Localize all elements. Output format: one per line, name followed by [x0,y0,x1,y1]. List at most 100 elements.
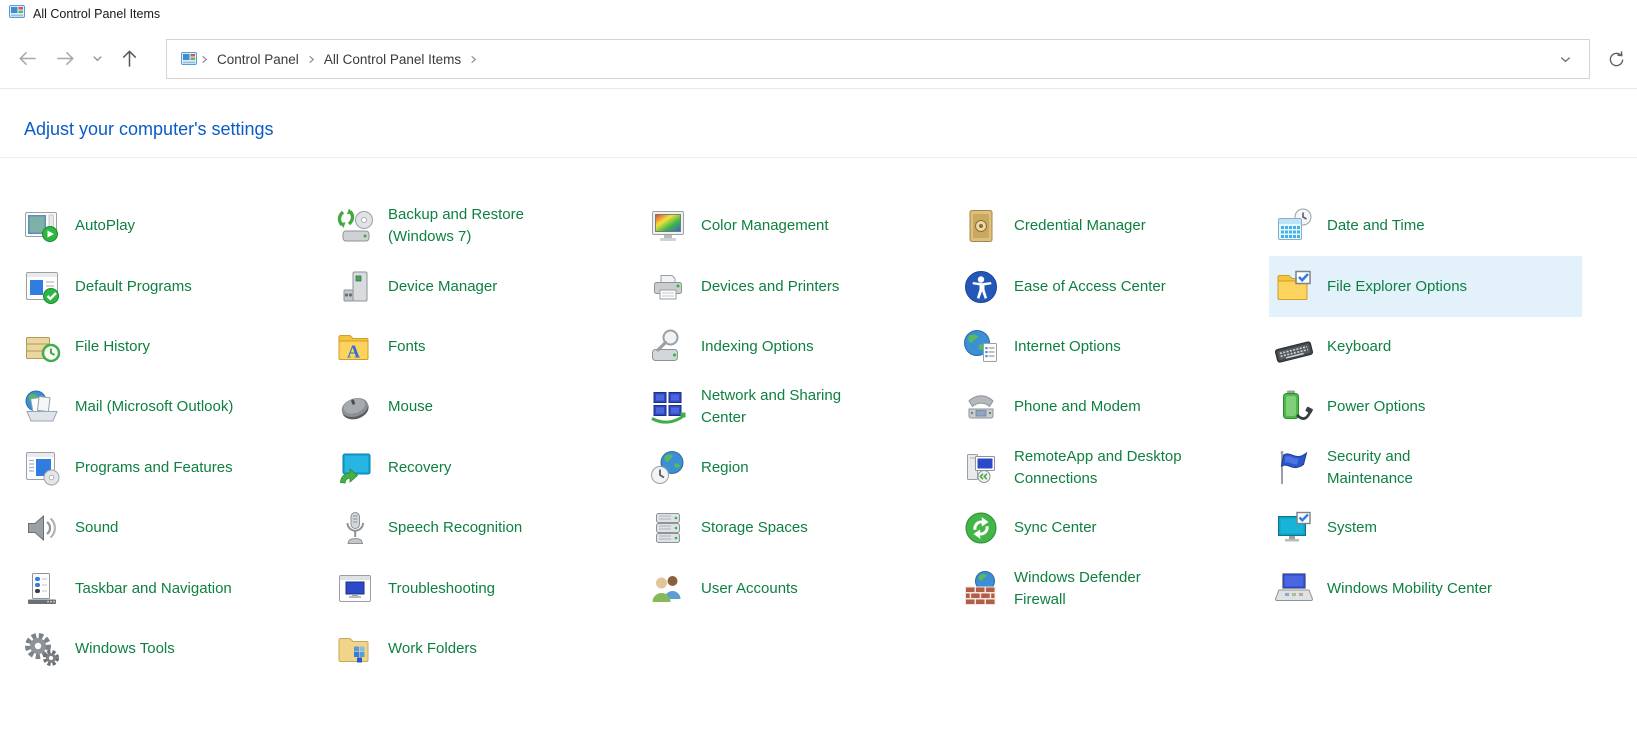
keyboard-icon [1275,328,1313,366]
control-panel-item-label[interactable]: Internet Options [1014,336,1121,358]
control-panel-item-system[interactable]: System [1269,498,1582,558]
breadcrumb-all-control-panel-items[interactable]: All Control Panel Items [319,52,466,67]
control-panel-item-windows-defender-firewall[interactable]: Windows Defender Firewall [956,558,1269,618]
control-panel-item-label[interactable]: Windows Mobility Center [1327,578,1492,600]
remoteapp-icon [962,449,1000,487]
internet-options-icon [962,328,1000,366]
control-panel-item-credential-manager[interactable]: Credential Manager [956,196,1269,256]
back-button[interactable] [8,39,46,77]
control-panel-item-label[interactable]: Keyboard [1327,336,1391,358]
control-panel-item-label[interactable]: Windows Tools [75,638,175,660]
control-panel-item-ease-of-access-center[interactable]: Ease of Access Center [956,256,1269,316]
chevron-right-icon [197,54,212,65]
control-panel-item-label[interactable]: Default Programs [75,276,192,298]
page-header: Adjust your computer's settings [0,89,1637,158]
control-panel-item-label[interactable]: RemoteApp and Desktop Connections [1014,446,1186,490]
control-panel-item-file-explorer-options[interactable]: File Explorer Options [1269,256,1582,316]
control-panel-item-label[interactable]: Work Folders [388,638,477,660]
control-panel-item-label[interactable]: Phone and Modem [1014,396,1141,418]
control-panel-item-power-options[interactable]: Power Options [1269,377,1582,437]
control-panel-item-default-programs[interactable]: Default Programs [17,256,330,316]
control-panel-item-label[interactable]: Fonts [388,336,426,358]
breadcrumb-control-panel[interactable]: Control Panel [212,52,304,67]
power-options-icon [1275,388,1313,426]
control-panel-item-label[interactable]: Device Manager [388,276,497,298]
control-panel-item-network-and-sharing-center[interactable]: Network and Sharing Center [643,377,956,437]
address-bar[interactable]: Control Panel All Control Panel Items [166,39,1590,79]
control-panel-item-label[interactable]: Color Management [701,215,829,237]
control-panel-item-keyboard[interactable]: Keyboard [1269,317,1582,377]
control-panel-item-label[interactable]: Storage Spaces [701,517,808,539]
control-panel-item-label[interactable]: File Explorer Options [1327,276,1467,298]
control-panel-item-label[interactable]: System [1327,517,1377,539]
control-panel-item-taskbar-and-navigation[interactable]: Taskbar and Navigation [17,558,330,618]
recent-locations-button[interactable] [84,39,110,77]
user-accounts-icon [649,570,687,608]
control-panel-item-label[interactable]: Power Options [1327,396,1425,418]
device-manager-icon [336,268,374,306]
control-panel-item-troubleshooting[interactable]: Troubleshooting [330,558,643,618]
control-panel-item-devices-and-printers[interactable]: Devices and Printers [643,256,956,316]
nav-buttons [8,28,148,88]
control-panel-item-color-management[interactable]: Color Management [643,196,956,256]
control-panel-item-label[interactable]: Devices and Printers [701,276,839,298]
control-panel-item-label[interactable]: Mouse [388,396,433,418]
control-panel-item-autoplay[interactable]: AutoPlay [17,196,330,256]
devices-and-printers-icon [649,268,687,306]
control-panel-item-date-and-time[interactable]: Date and Time [1269,196,1582,256]
control-panel-item-windows-mobility-center[interactable]: Windows Mobility Center [1269,558,1582,618]
control-panel-item-recovery[interactable]: Recovery [330,438,643,498]
control-panel-item-label[interactable]: Security and Maintenance [1327,446,1499,490]
control-panel-item-mouse[interactable]: Mouse [330,377,643,437]
control-panel-item-windows-tools[interactable]: Windows Tools [17,619,330,679]
control-panel-item-indexing-options[interactable]: Indexing Options [643,317,956,377]
control-panel-item-sync-center[interactable]: Sync Center [956,498,1269,558]
control-panel-item-label[interactable]: Recovery [388,457,451,479]
control-panel-item-phone-and-modem[interactable]: Phone and Modem [956,377,1269,437]
control-panel-item-label[interactable]: Backup and Restore (Windows 7) [388,204,560,248]
control-panel-item-label[interactable]: Network and Sharing Center [701,385,873,429]
control-panel-item-user-accounts[interactable]: User Accounts [643,558,956,618]
control-panel-item-label[interactable]: Region [701,457,749,479]
control-panel-item-programs-and-features[interactable]: Programs and Features [17,438,330,498]
control-panel-item-label[interactable]: File History [75,336,150,358]
refresh-button[interactable] [1598,39,1634,79]
control-panel-item-label[interactable]: Ease of Access Center [1014,276,1166,298]
control-panel-item-sound[interactable]: Sound [17,498,330,558]
control-panel-item-label[interactable]: Programs and Features [75,457,233,479]
control-panel-item-label[interactable]: Credential Manager [1014,215,1146,237]
forward-button[interactable] [46,39,84,77]
control-panel-item-label[interactable]: Troubleshooting [388,578,495,600]
control-panel-item-label[interactable]: Mail (Microsoft Outlook) [75,396,233,418]
control-panel-item-label[interactable]: User Accounts [701,578,798,600]
control-panel-item-device-manager[interactable]: Device Manager [330,256,643,316]
control-panel-item-internet-options[interactable]: Internet Options [956,317,1269,377]
control-panel-items-grid: AutoPlay Backup and Restore (Windows 7) … [17,196,1637,679]
control-panel-item-fonts[interactable]: A Fonts [330,317,643,377]
control-panel-item-label[interactable]: Sound [75,517,118,539]
control-panel-item-remoteapp-and-desktop-connections[interactable]: RemoteApp and Desktop Connections [956,438,1269,498]
control-panel-item-backup-and-restore-windows-7[interactable]: Backup and Restore (Windows 7) [330,196,643,256]
chevron-right-icon[interactable] [304,54,319,65]
control-panel-item-label[interactable]: AutoPlay [75,215,135,237]
control-panel-item-label[interactable]: Speech Recognition [388,517,522,539]
control-panel-item-label[interactable]: Date and Time [1327,215,1425,237]
control-panel-item-file-history[interactable]: File History [17,317,330,377]
address-dropdown-chevron-icon[interactable] [1552,52,1579,67]
control-panel-item-label[interactable]: Sync Center [1014,517,1097,539]
control-panel-item-label[interactable]: Windows Defender Firewall [1014,567,1186,611]
control-panel-item-work-folders[interactable]: Work Folders [330,619,643,679]
indexing-options-icon [649,328,687,366]
control-panel-item-mail-microsoft-outlook[interactable]: Mail (Microsoft Outlook) [17,377,330,437]
control-panel-item-speech-recognition[interactable]: Speech Recognition [330,498,643,558]
window-title: All Control Panel Items [33,7,160,21]
control-panel-item-label[interactable]: Indexing Options [701,336,814,358]
control-panel-item-region[interactable]: Region [643,438,956,498]
control-panel-item-security-and-maintenance[interactable]: Security and Maintenance [1269,438,1582,498]
chevron-right-icon[interactable] [466,54,481,65]
region-icon [649,449,687,487]
sync-center-icon [962,509,1000,547]
control-panel-item-label[interactable]: Taskbar and Navigation [75,578,232,600]
control-panel-item-storage-spaces[interactable]: Storage Spaces [643,498,956,558]
up-button[interactable] [110,39,148,77]
